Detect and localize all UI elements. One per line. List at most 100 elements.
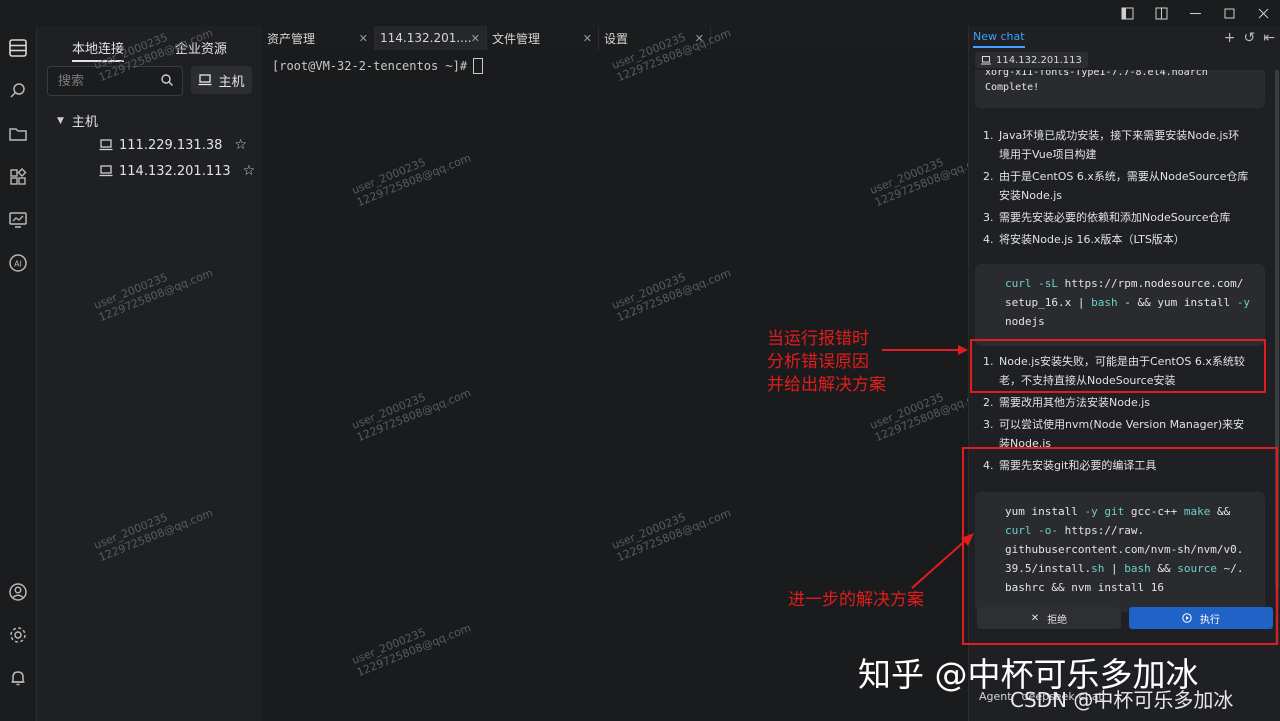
ai-icon[interactable]: AI: [8, 253, 28, 273]
code-block-command[interactable]: yum install -y git gcc-c++ make && curl …: [975, 492, 1265, 612]
minimize-icon[interactable]: [1178, 0, 1212, 26]
connection-sidebar: 本地连接 企业资源 主机 ▼ 主机 111.229.131.38 ☆ 114.1…: [37, 26, 263, 721]
code-line: curl -sL https://rpm.nodesource.com/: [1005, 277, 1244, 290]
host-item[interactable]: 114.132.201.113 ☆: [99, 163, 255, 179]
hosts-list-icon[interactable]: [8, 38, 28, 58]
sidebar-tabs: 本地连接 企业资源: [37, 38, 262, 62]
annotation-further-solution: 进一步的解决方案: [788, 590, 924, 610]
tab-label: 文件管理: [492, 31, 541, 46]
tab-local-connections[interactable]: 本地连接: [72, 38, 125, 62]
bell-icon[interactable]: [8, 668, 28, 688]
message-list-diagnosis: 1. Node.js安装失败，可能是由于CentOS 6.x系统较老，不支持直接从…: [983, 352, 1249, 475]
search-icon[interactable]: [8, 81, 28, 101]
folder-icon[interactable]: [8, 124, 28, 144]
gear-icon[interactable]: [8, 625, 28, 645]
annotation-analysis: 当运行报错时 分析错误原因 并给出解决方案: [767, 328, 886, 397]
tab-terminal-session[interactable]: 114.132.201.... ✕: [375, 26, 487, 50]
tab-file-management[interactable]: 文件管理 ✕: [487, 26, 599, 50]
tree-group-hosts[interactable]: ▼ 主机: [57, 111, 98, 130]
code-line: xorg-x11-fonts-Type1-7.7-8.el4.noarch: [985, 70, 1208, 78]
command-actions: ✕ 拒绝 执行: [977, 607, 1273, 629]
plus-icon[interactable]: +: [1224, 30, 1236, 46]
title-bar: [0, 0, 1280, 26]
list-item: 2. 由于是CentOS 6.x系统，需要从NodeSource仓库安装Node.…: [983, 167, 1249, 205]
context-host-label: 114.132.201.113: [996, 54, 1082, 66]
split-left-icon[interactable]: [1110, 0, 1144, 26]
list-item: 3. 需要先安装必要的依赖和添加NodeSource仓库: [983, 208, 1249, 227]
tab-enterprise-resources[interactable]: 企业资源: [175, 38, 227, 57]
close-icon[interactable]: [1246, 0, 1280, 26]
list-item: 4. 将安装Node.js 16.x版本（LTS版本）: [983, 230, 1249, 249]
chat-header: New chat + ↺ ⇤: [969, 26, 1280, 50]
search-input[interactable]: [56, 71, 158, 91]
run-label: 执行: [1200, 614, 1220, 626]
host-filter-button[interactable]: 主机: [191, 66, 252, 94]
laptop-icon: [981, 55, 991, 64]
context-host-chip[interactable]: 114.132.201.113: [975, 52, 1088, 68]
list-item-text: 需要先安装git和必要的编译工具: [999, 459, 1157, 472]
terminal-cursor: [473, 58, 484, 74]
maximize-icon[interactable]: [1212, 0, 1246, 26]
code-line: nodejs: [1005, 315, 1045, 328]
laptop-icon: [198, 74, 212, 86]
history-icon[interactable]: ↺: [1244, 30, 1256, 46]
tab-asset-management[interactable]: 资产管理 ✕: [262, 26, 375, 50]
search-box: [47, 66, 183, 96]
annotation-line: 并给出解决方案: [767, 375, 886, 395]
tab-label: 资产管理: [267, 31, 316, 46]
chat-header-actions: + ↺ ⇤: [1224, 30, 1275, 46]
close-icon[interactable]: ✕: [583, 32, 592, 45]
host-filter-label: 主机: [218, 74, 245, 90]
list-item-text: Node.js安装失败，可能是由于CentOS 6.x系统较老，不支持直接从No…: [999, 355, 1245, 387]
tab-settings[interactable]: 设置 ✕: [599, 26, 711, 50]
collapse-panel-icon[interactable]: ⇤: [1263, 30, 1275, 46]
list-item: 1. Java环境已成功安装，接下来需要安装Node.js环境用于Vue项目构建: [983, 126, 1249, 164]
code-line: setup_16.x | bash - && yum install -y: [1005, 296, 1251, 309]
host-item[interactable]: 111.229.131.38 ☆: [99, 137, 247, 153]
list-item: 1. Node.js安装失败，可能是由于CentOS 6.x系统较老，不支持直接从…: [983, 352, 1249, 390]
laptop-icon: [99, 139, 113, 151]
star-icon[interactable]: ☆: [243, 163, 256, 179]
apps-icon[interactable]: [8, 167, 28, 187]
tab-new-chat[interactable]: New chat: [973, 30, 1025, 48]
play-icon: [1182, 613, 1192, 623]
code-line: yum install -y git gcc-c++ make &&: [1005, 505, 1231, 518]
list-item-text: 需要改用其他方法安装Node.js: [999, 396, 1150, 409]
list-item-text: 将安装Node.js 16.x版本（LTS版本）: [999, 233, 1185, 246]
chat-scrollbar[interactable]: [1275, 70, 1279, 645]
star-icon[interactable]: ☆: [234, 137, 247, 153]
close-icon[interactable]: ✕: [695, 32, 704, 45]
host-address: 114.132.201.113: [119, 163, 231, 179]
run-button[interactable]: 执行: [1129, 607, 1273, 629]
monitor-icon[interactable]: [8, 210, 28, 230]
message-list-plan: 1. Java环境已成功安装，接下来需要安装Node.js环境用于Vue项目构建 …: [983, 126, 1249, 249]
code-line: Complete!: [985, 82, 1040, 93]
host-address: 111.229.131.38: [119, 137, 223, 153]
window-controls: [1110, 0, 1280, 26]
terminal-prompt-line: [root@VM-32-2-tencentos ~]#: [272, 58, 484, 74]
code-line: bashrc && nvm install 16: [1005, 581, 1164, 594]
tab-label: 114.132.201....: [380, 31, 472, 45]
activity-bar: AI: [0, 26, 37, 721]
list-item-text: 需要先安装必要的依赖和添加NodeSource仓库: [999, 211, 1231, 224]
reject-label: 拒绝: [1047, 614, 1068, 626]
tab-bar: 资产管理 ✕ 114.132.201.... ✕ 文件管理 ✕ 设置 ✕: [262, 26, 968, 51]
close-icon[interactable]: ✕: [359, 32, 368, 45]
reject-button[interactable]: ✕ 拒绝: [977, 607, 1121, 629]
laptop-icon: [99, 165, 113, 177]
split-view-icon[interactable]: [1144, 0, 1178, 26]
chat-messages[interactable]: xorg-x11-fonts-Type1-7.7-8.el4.noarch Co…: [973, 70, 1277, 645]
ai-chat-panel: New chat + ↺ ⇤ 114.132.201.113 xorg-x11-…: [968, 26, 1280, 721]
search-icon[interactable]: [160, 73, 174, 87]
code-line: 39.5/install.sh | bash && source ~/.: [1005, 562, 1244, 575]
caret-down-icon: ▼: [57, 115, 64, 126]
tab-label: 设置: [604, 31, 629, 46]
scrollbar-thumb[interactable]: [1275, 70, 1279, 590]
tree-group-label: 主机: [71, 115, 98, 130]
annotation-line: 当运行报错时: [767, 329, 869, 349]
code-block-command[interactable]: curl -sL https://rpm.nodesource.com/ set…: [975, 264, 1265, 346]
list-item: 2. 需要改用其他方法安装Node.js: [983, 393, 1249, 412]
code-line: githubusercontent.com/nvm-sh/nvm/v0.: [1005, 543, 1244, 556]
close-icon[interactable]: ✕: [471, 32, 480, 45]
user-icon[interactable]: [8, 582, 28, 602]
